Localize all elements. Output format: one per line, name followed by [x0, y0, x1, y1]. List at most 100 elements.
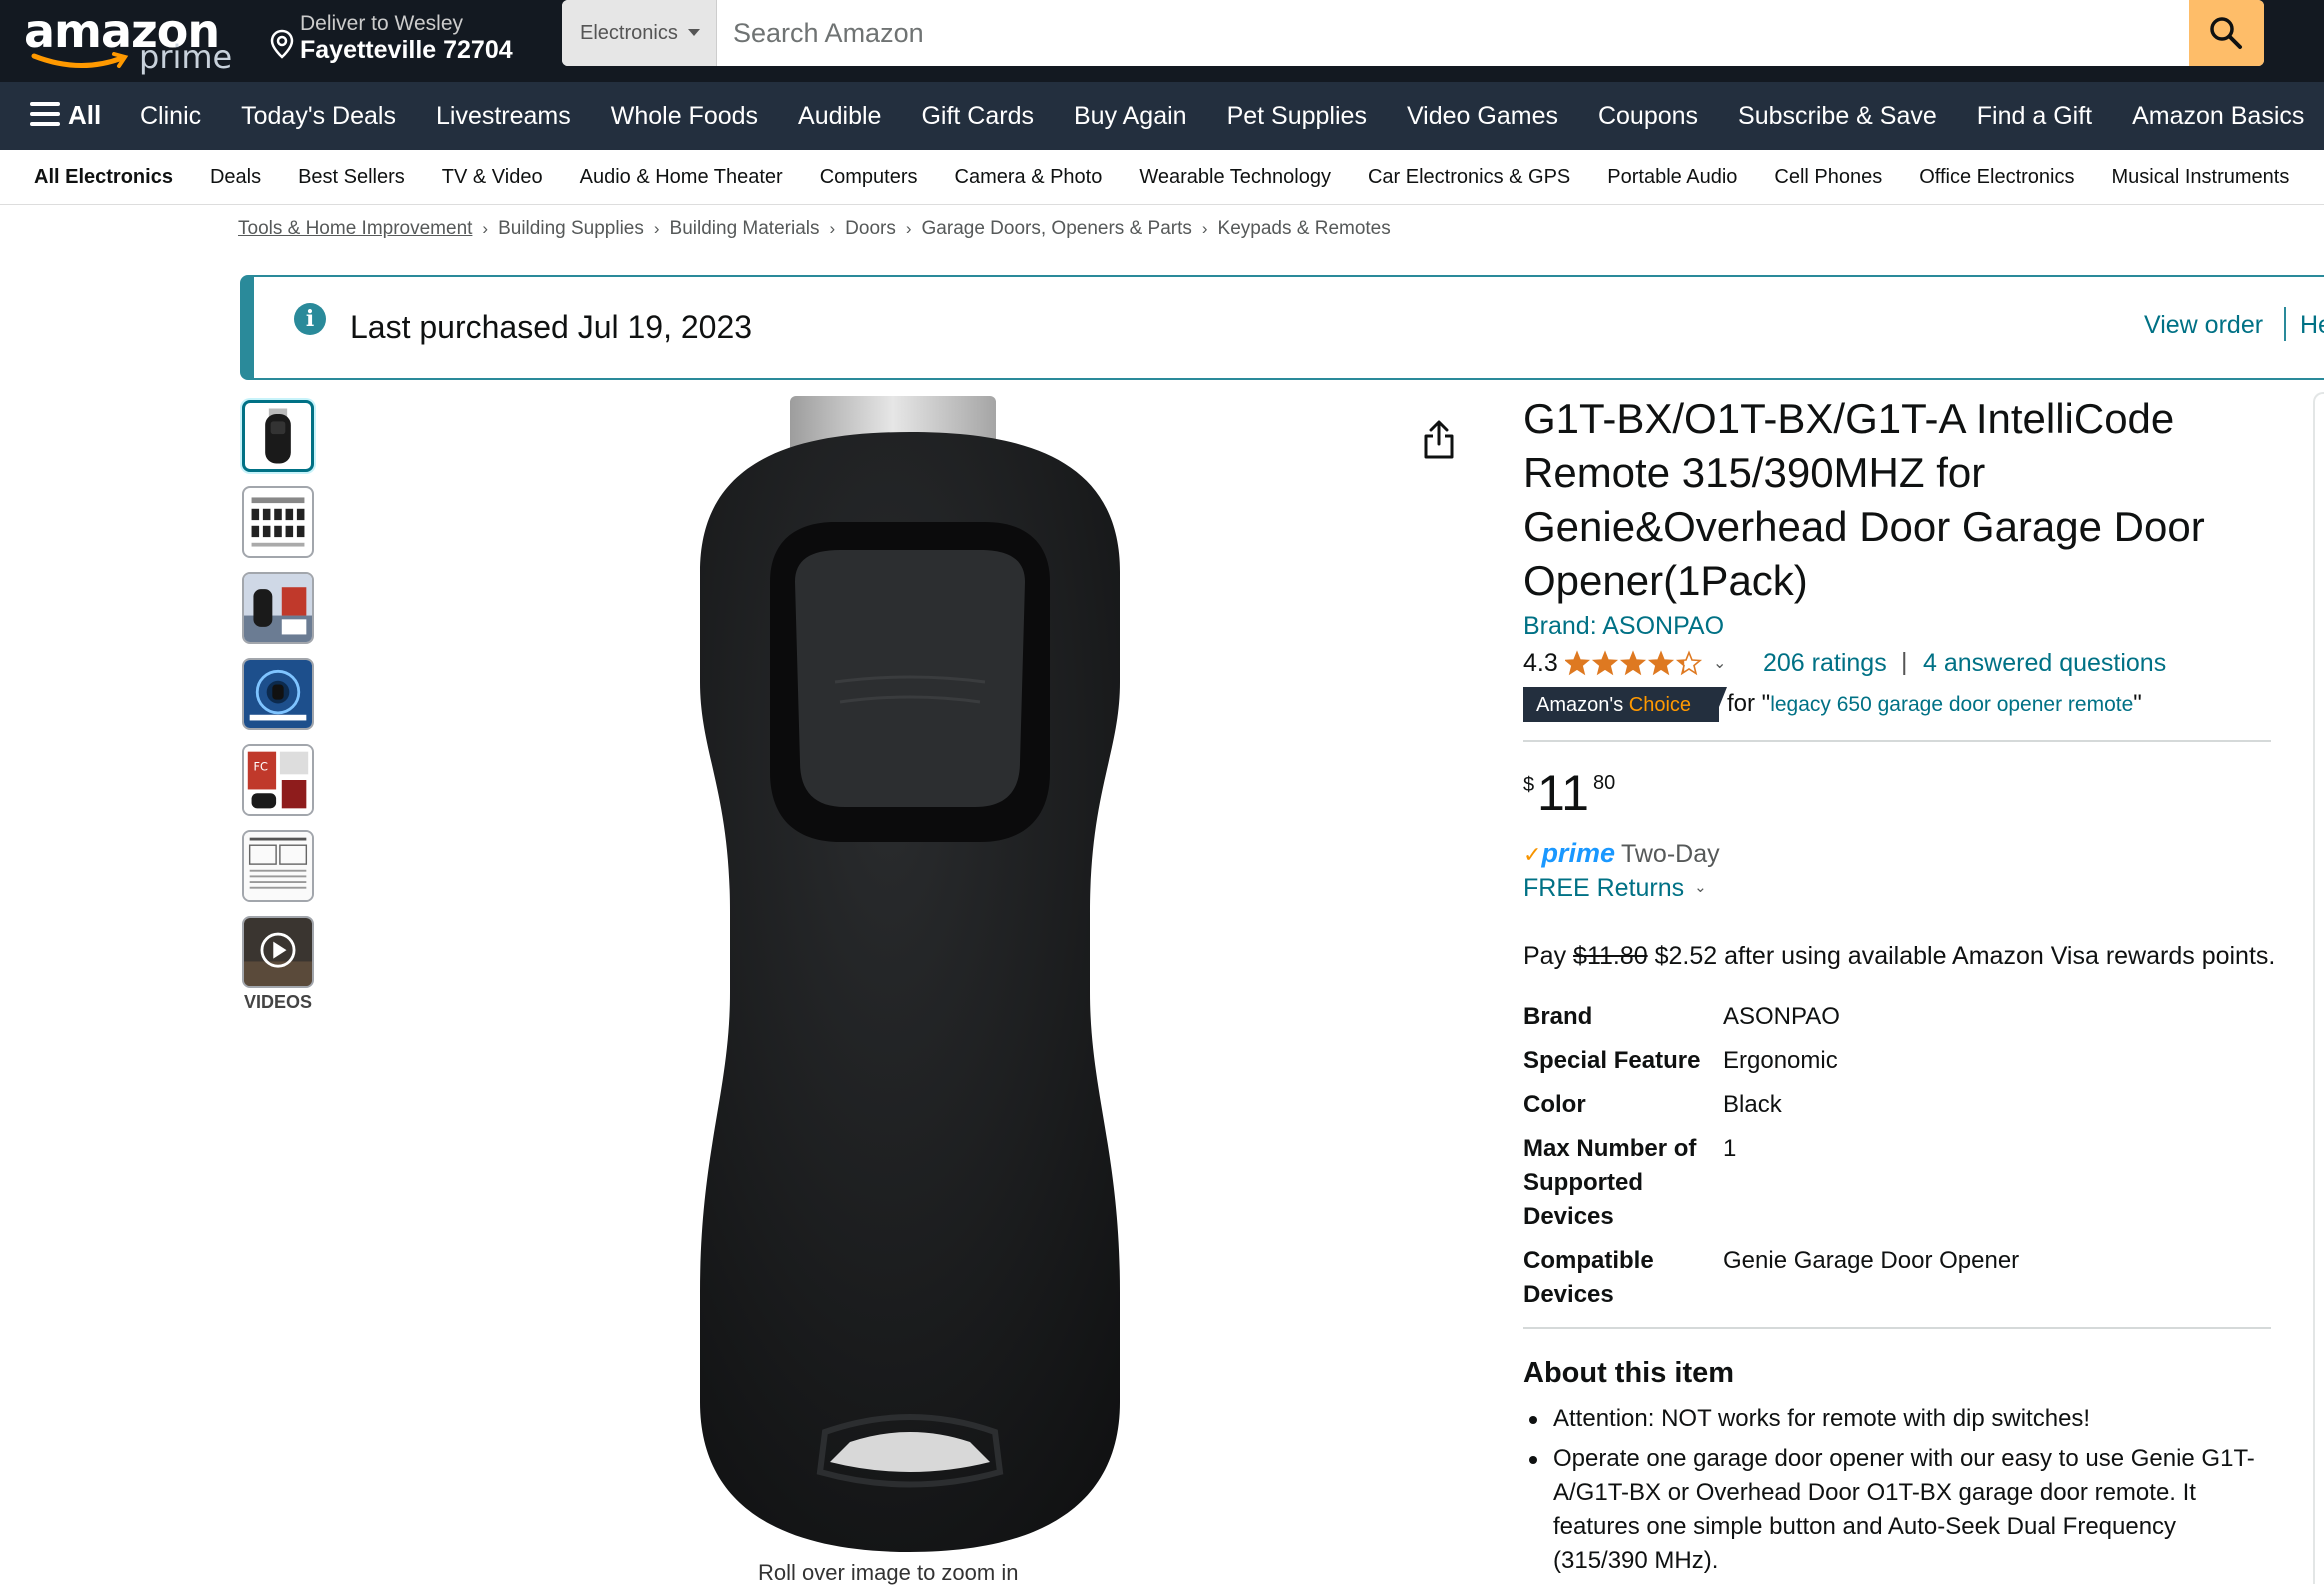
- subnav-item[interactable]: Wearable Technology: [1139, 166, 1331, 189]
- nav-item[interactable]: Pet Supplies: [1227, 102, 1367, 131]
- choice-query-link[interactable]: legacy 650 garage door opener remote: [1770, 693, 2133, 716]
- spec-label: Max Number of Supported Devices: [1523, 1135, 1697, 1230]
- star-rating-icon[interactable]: [1565, 649, 1705, 677]
- subnav-item[interactable]: Computers: [820, 166, 918, 189]
- deliver-to-location[interactable]: Deliver to Wesley Fayetteville 72704: [268, 6, 528, 72]
- star-icon: [1591, 650, 1619, 676]
- breadcrumb-separator-icon: ›: [482, 219, 489, 238]
- subnav-item[interactable]: All Electronics: [34, 166, 173, 189]
- nav-item[interactable]: Today's Deals: [241, 102, 396, 131]
- breadcrumb-link[interactable]: Tools & Home Improvement: [238, 218, 472, 240]
- nav-item[interactable]: Audible: [798, 102, 881, 131]
- free-returns-link[interactable]: FREE Returns ⌄: [1523, 874, 1707, 903]
- remote-thumbnail-icon: [265, 408, 291, 464]
- free-returns-label: FREE Returns: [1523, 874, 1685, 902]
- subnav-item[interactable]: Musical Instruments: [2111, 166, 2289, 189]
- thumbnail-5[interactable]: FC: [242, 744, 314, 816]
- hamburger-icon: [30, 102, 60, 127]
- thumbnail-3[interactable]: [242, 572, 314, 644]
- lifestyle-thumbnail-icon: [244, 574, 312, 642]
- search-category-label: Electronics: [580, 22, 678, 44]
- star-icon: [1565, 650, 1591, 676]
- instructions-thumbnail-icon: [244, 832, 312, 900]
- main-product-image[interactable]: [620, 392, 1200, 1562]
- nav-item[interactable]: Gift Cards: [921, 102, 1034, 131]
- brand-link[interactable]: Brand: ASONPAO: [1523, 612, 2273, 641]
- breadcrumb-link[interactable]: Doors: [845, 218, 896, 240]
- subnav-item[interactable]: Portable Audio: [1607, 166, 1737, 189]
- subnav-item[interactable]: Camera & Photo: [955, 166, 1103, 189]
- subnav-item[interactable]: TV & Video: [442, 166, 543, 189]
- amazons-choice-badge: Amazon's Choice: [1523, 687, 1719, 722]
- prime-check-icon: ✓: [1523, 842, 1542, 867]
- breadcrumb-separator-icon: ›: [905, 219, 912, 238]
- nav-item[interactable]: Subscribe & Save: [1738, 102, 1937, 131]
- ratings-count-link[interactable]: 206 ratings: [1763, 649, 1887, 678]
- deliver-location: Fayetteville 72704: [300, 36, 513, 64]
- breadcrumb-link[interactable]: Garage Doors, Openers & Parts: [922, 218, 1192, 240]
- banner-divider: [2284, 307, 2286, 341]
- nav-item[interactable]: Whole Foods: [611, 102, 758, 131]
- amazons-choice-row: Amazon's Choice for "legacy 650 garage d…: [1523, 687, 2273, 725]
- star-icon: [1647, 650, 1675, 676]
- thumbnail-1[interactable]: [242, 400, 314, 472]
- subnav-item[interactable]: Deals: [210, 166, 261, 189]
- answered-questions-link[interactable]: 4 answered questions: [1923, 649, 2166, 678]
- video-thumbnail[interactable]: [242, 916, 314, 988]
- chevron-down-icon[interactable]: ⌄: [1713, 653, 1726, 673]
- breadcrumb-link[interactable]: Building Supplies: [498, 218, 644, 240]
- pay-suffix: $2.52 after using available Amazon Visa …: [1654, 942, 2276, 970]
- view-order-link[interactable]: View order: [2144, 311, 2263, 340]
- choice-for-suffix: ": [2133, 690, 2142, 717]
- help-link[interactable]: Help: [2300, 311, 2324, 340]
- price-symbol: $: [1523, 774, 1535, 796]
- breadcrumb-link[interactable]: Keypads & Remotes: [1218, 218, 1391, 240]
- nav-item[interactable]: Buy Again: [1074, 102, 1187, 131]
- search-button[interactable]: [2189, 0, 2264, 66]
- spec-value: Genie Garage Door Opener: [1723, 1247, 2020, 1274]
- prime-badge: prime: [1541, 838, 1615, 868]
- breadcrumb-separator-icon: ›: [653, 219, 660, 238]
- product-details: G1T-BX/O1T-BX/G1T-A IntelliCode Remote 3…: [1523, 392, 2275, 1574]
- choice-label-choice: Choice: [1628, 694, 1692, 716]
- prime-delivery[interactable]: ✓prime Two-Day: [1523, 838, 1720, 869]
- nav-item[interactable]: Clinic: [140, 102, 201, 131]
- nav-item[interactable]: Find a Gift: [1977, 102, 2092, 131]
- spec-value: ASONPAO: [1723, 1003, 1840, 1030]
- subnav-item[interactable]: Office Electronics: [1919, 166, 2074, 189]
- search-category-select[interactable]: Electronics: [562, 0, 717, 66]
- compatibility-chart-thumbnail-icon: [251, 497, 305, 547]
- nav-item[interactable]: Livestreams: [436, 102, 571, 131]
- nav-item[interactable]: Coupons: [1598, 102, 1698, 131]
- share-icon[interactable]: [1422, 420, 1456, 460]
- star-icon: [1675, 650, 1703, 676]
- smile-arrow-icon: [31, 52, 129, 68]
- choice-label-amazons: Amazon's: [1536, 694, 1624, 716]
- spec-label: Special Feature: [1523, 1047, 1701, 1074]
- subnav-item[interactable]: Car Electronics & GPS: [1368, 166, 1570, 189]
- subnav-item[interactable]: Cell Phones: [1774, 166, 1882, 189]
- nav-item[interactable]: Amazon Basics: [2132, 102, 2304, 131]
- thumbnail-6[interactable]: [242, 830, 314, 902]
- spec-value: Black: [1723, 1091, 1782, 1118]
- all-menu-label: All: [68, 100, 102, 130]
- location-pin-icon: [270, 29, 294, 59]
- thumbnail-2[interactable]: [242, 486, 314, 558]
- choice-for-prefix: for ": [1727, 690, 1771, 717]
- all-menu-button[interactable]: All: [30, 100, 101, 134]
- breadcrumb-link[interactable]: Building Materials: [670, 218, 820, 240]
- spec-label: Brand: [1523, 1003, 1593, 1030]
- search-input[interactable]: [717, 0, 2114, 66]
- subnav-item[interactable]: Audio & Home Theater: [580, 166, 783, 189]
- nav-item[interactable]: Video Games: [1407, 102, 1558, 131]
- price-fraction: 80: [1593, 772, 1616, 794]
- last-purchased-text: Last purchased Jul 19, 2023: [350, 309, 753, 345]
- subnav-item[interactable]: Best Sellers: [298, 166, 405, 189]
- search-bar: Electronics: [562, 0, 2264, 66]
- play-video-icon: [244, 918, 312, 986]
- choice-badge-notch: [1713, 687, 1727, 722]
- thumbnail-4[interactable]: [242, 658, 314, 730]
- rating-value: 4.3: [1523, 649, 1558, 677]
- price-whole: 11: [1537, 765, 1589, 821]
- amazon-prime-logo[interactable]: amazon prime: [24, 4, 234, 76]
